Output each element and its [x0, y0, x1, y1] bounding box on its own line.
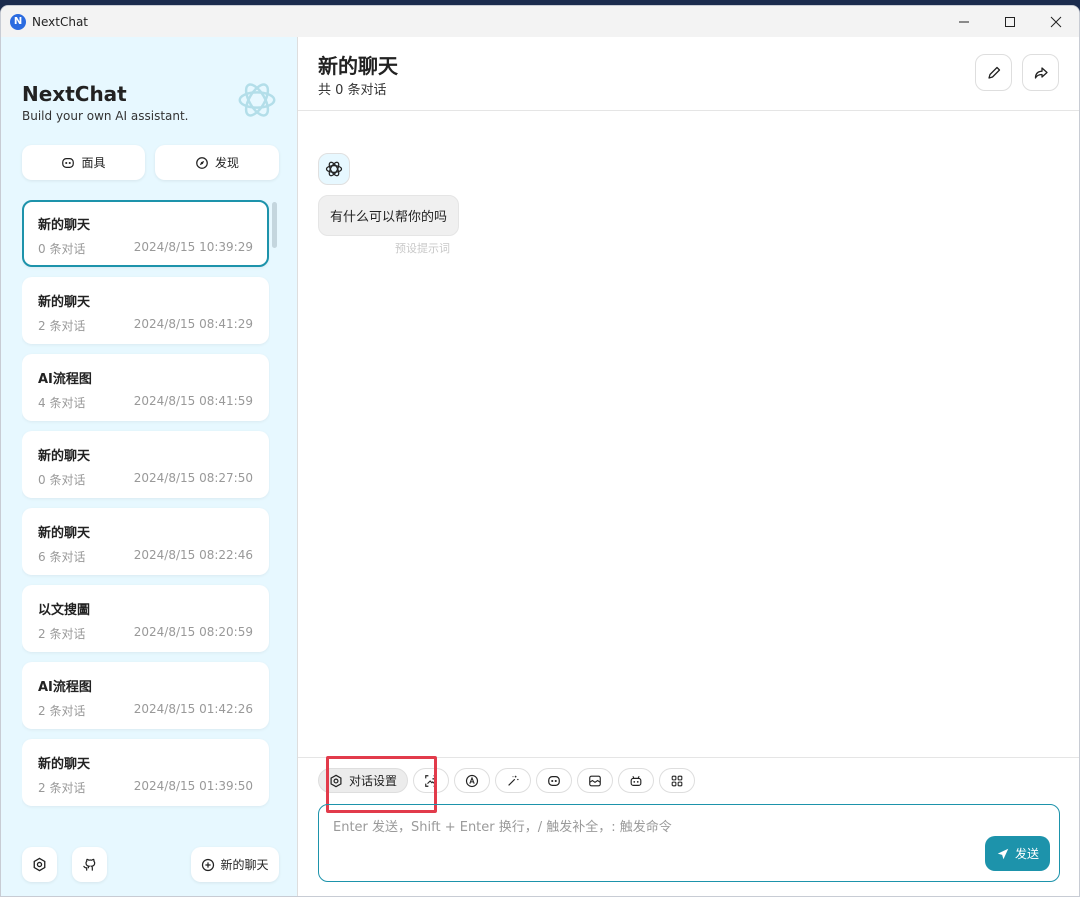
apps-grid-icon: [671, 775, 683, 786]
add-circle-icon: [202, 858, 215, 871]
chat-item-title: AI流程图: [38, 680, 92, 695]
openai-logo-icon: [238, 83, 276, 117]
chat-header: 新的聊天 共 0 条对话: [298, 37, 1079, 111]
pencil-icon: [987, 66, 1000, 79]
share-arrow-icon: [1034, 66, 1048, 79]
discover-button[interactable]: 发现: [155, 145, 279, 180]
chat-list-item[interactable]: 新的聊天 6 条对话 2024/8/15 08:22:46: [22, 508, 269, 575]
chat-item-count: 2 条对话: [38, 704, 86, 718]
chat-item-date: 2024/8/15 08:22:46: [133, 548, 253, 562]
bot-avatar: [318, 153, 350, 185]
chat-list-item[interactable]: AI流程图 2 条对话 2024/8/15 01:42:26: [22, 662, 269, 729]
magic-button[interactable]: [495, 768, 532, 793]
send-icon: [997, 848, 1009, 859]
chat-list-item[interactable]: 新的聊天 0 条对话 2024/8/15 10:39:29: [22, 200, 269, 267]
chat-item-title: 新的聊天: [38, 295, 91, 310]
chat-list-item[interactable]: 新的聊天 2 条对话 2024/8/15 08:41:29: [22, 277, 269, 344]
chat-item-date: 2024/8/15 08:41:29: [133, 317, 253, 331]
chat-item-count: 2 条对话: [38, 781, 86, 795]
settings-button[interactable]: [22, 847, 57, 882]
sidebar: NextChat Build your own AI assistant. 面具…: [1, 37, 298, 896]
settings-icon: [33, 857, 46, 872]
app-logo-icon: N: [10, 13, 26, 30]
chat-item-title: 新的聊天: [38, 526, 91, 541]
chat-main: 新的聊天 共 0 条对话 有什么可以帮你的吗 预设提示词 对话设置 Enter …: [298, 37, 1079, 896]
mask-button[interactable]: 面具: [22, 145, 145, 180]
image-icon: [425, 774, 437, 787]
chat-list-item[interactable]: 以文搜圖 2 条对话 2024/8/15 08:20:59: [22, 585, 269, 652]
chat-item-title: 以文搜圖: [38, 603, 91, 618]
chat-input[interactable]: [319, 805, 1059, 881]
chat-item-date: 2024/8/15 08:27:50: [133, 471, 253, 485]
input-panel: 对话设置 Enter 发送，Shift + Enter 换行，/ 触发补全，: …: [298, 756, 1079, 896]
translate-icon: [465, 774, 479, 787]
share-button[interactable]: [1022, 54, 1059, 91]
discover-button-label: 发现: [214, 156, 239, 170]
app-window: N NextChat NextChat Build your own AI as…: [0, 5, 1080, 897]
chat-item-date: 2024/8/15 08:20:59: [133, 625, 253, 639]
translate-button[interactable]: [454, 768, 491, 793]
chat-item-title: 新的聊天: [38, 449, 91, 464]
window-controls: [941, 6, 1079, 37]
message-meta: 预设提示词: [395, 242, 450, 255]
chat-item-count: 0 条对话: [38, 473, 86, 487]
send-button[interactable]: 发送: [985, 836, 1050, 871]
chat-input-box: 发送: [318, 804, 1060, 882]
maximize-button[interactable]: [987, 6, 1033, 37]
image-frame-button[interactable]: [577, 768, 614, 793]
settings-icon: [330, 774, 342, 787]
chat-item-title: 新的聊天: [38, 757, 91, 772]
chat-item-date: 2024/8/15 10:39:29: [133, 240, 253, 254]
chat-list-scrollbar[interactable]: [272, 202, 277, 248]
chat-item-date: 2024/8/15 01:42:26: [133, 702, 253, 716]
chat-settings-label: 对话设置: [349, 774, 398, 788]
window-title: NextChat: [32, 14, 88, 29]
mask-icon: [62, 157, 75, 168]
send-label: 发送: [1014, 847, 1039, 861]
maximize-icon: [1005, 16, 1015, 27]
chat-list-item[interactable]: 新的聊天 2 条对话 2024/8/15 01:39:50: [22, 739, 269, 806]
new-chat-label: 新的聊天: [220, 858, 269, 872]
chat-item-date: 2024/8/15 01:39:50: [133, 779, 253, 793]
chat-list: 新的聊天 0 条对话 2024/8/15 10:39:29 新的聊天 2 条对话 2024…: [22, 200, 270, 828]
minimize-icon: [959, 21, 969, 22]
brand-title: NextChat: [22, 82, 127, 106]
chat-item-count: 4 条对话: [38, 396, 86, 410]
openai-logo-icon: [325, 161, 343, 177]
minimize-button[interactable]: [941, 6, 987, 37]
github-button[interactable]: [72, 847, 107, 882]
chat-item-count: 2 条对话: [38, 319, 86, 333]
chat-item-title: AI流程图: [38, 372, 92, 387]
new-chat-button[interactable]: 新的聊天: [191, 847, 279, 882]
chat-toolbar: 对话设置: [318, 756, 700, 813]
chat-item-date: 2024/8/15 08:41:59: [133, 394, 253, 408]
robot-icon: [630, 775, 642, 786]
chat-list-item[interactable]: 新的聊天 0 条对话 2024/8/15 08:27:50: [22, 431, 269, 498]
chat-item-count: 6 条对话: [38, 550, 86, 564]
image-frame-icon: [589, 775, 601, 786]
apps-button[interactable]: [659, 768, 696, 793]
brand-subtitle: Build your own AI assistant.: [22, 109, 189, 123]
chat-item-title: 新的聊天: [38, 218, 91, 233]
edit-button[interactable]: [975, 54, 1012, 91]
magic-wand-icon: [508, 775, 519, 786]
compass-icon: [196, 156, 208, 169]
mask-button-toolbar[interactable]: [536, 768, 573, 793]
close-button[interactable]: [1033, 6, 1079, 37]
bot-message-bubble: 有什么可以帮你的吗: [318, 195, 460, 236]
chat-item-count: 2 条对话: [38, 627, 86, 641]
chat-item-count: 0 条对话: [38, 242, 86, 256]
chat-list-item[interactable]: AI流程图 4 条对话 2024/8/15 08:41:59: [22, 354, 269, 421]
page-title: 新的聊天: [318, 54, 398, 78]
title-bar: N NextChat: [1, 6, 1079, 37]
close-icon: [1050, 16, 1062, 27]
github-icon: [83, 858, 96, 871]
image-button[interactable]: [413, 768, 450, 793]
chat-settings-button[interactable]: 对话设置: [318, 768, 409, 793]
page-subtitle: 共 0 条对话: [318, 83, 387, 98]
mask-button-label: 面具: [81, 156, 106, 170]
robot-button[interactable]: [618, 768, 655, 793]
mask-icon: [548, 775, 560, 786]
